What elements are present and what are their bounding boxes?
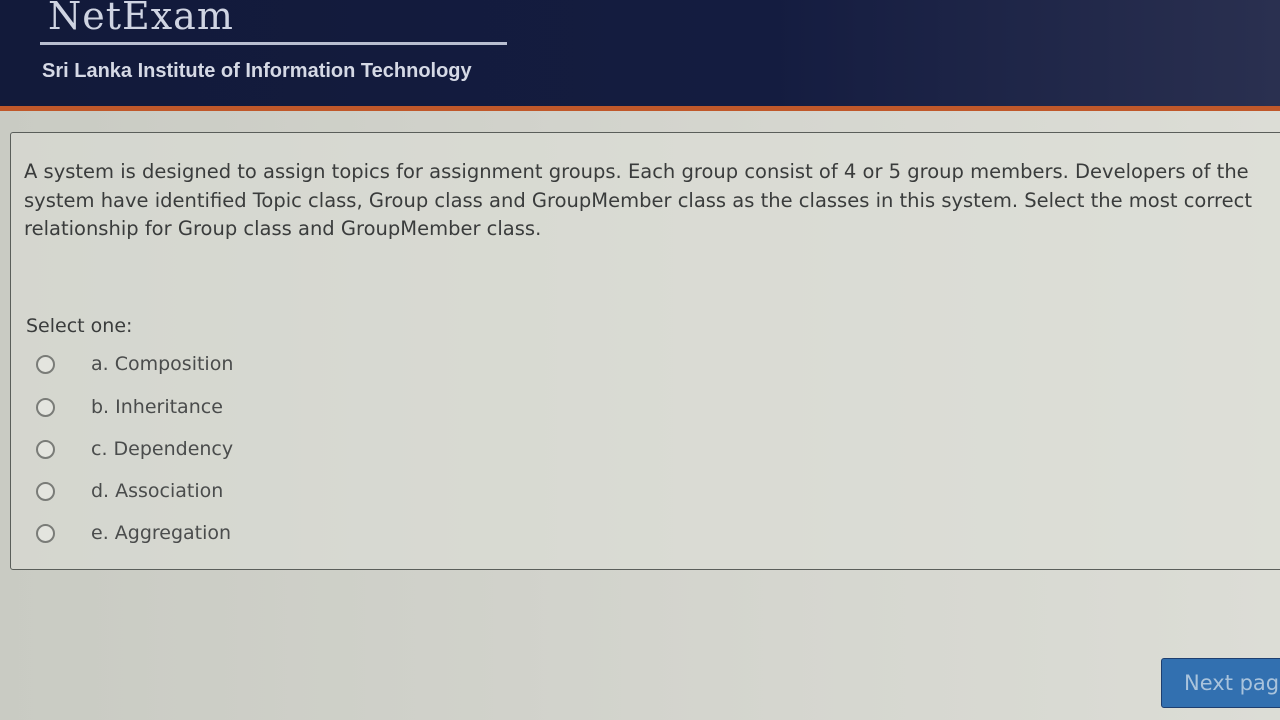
radio-button[interactable] — [36, 523, 55, 543]
next-page-button[interactable]: Next page — [1161, 658, 1280, 708]
option-composition[interactable]: a. Composition — [36, 353, 233, 375]
institute-name: Sri Lanka Institute of Information Techn… — [42, 60, 472, 82]
radio-button[interactable] — [36, 439, 55, 459]
radio-button[interactable] — [36, 481, 55, 501]
option-label: b. Inheritance — [91, 396, 223, 418]
select-one-label: Select one: — [26, 315, 133, 337]
option-label: c. Dependency — [91, 438, 234, 460]
logo-divider — [40, 42, 507, 45]
option-dependency[interactable]: c. Dependency — [36, 438, 233, 460]
question-text: A system is designed to assign topics fo… — [24, 160, 1252, 240]
option-aggregation[interactable]: e. Aggregation — [36, 522, 231, 544]
option-label: e. Aggregation — [91, 522, 232, 544]
option-label: d. Association — [91, 480, 224, 502]
radio-button[interactable] — [36, 354, 55, 374]
option-association[interactable]: d. Association — [36, 480, 223, 502]
netexam-logo: NetExam — [48, 0, 234, 38]
option-inheritance[interactable]: b. Inheritance — [36, 396, 223, 418]
option-label: a. Composition — [91, 353, 234, 375]
radio-button[interactable] — [36, 397, 55, 417]
site-header: NetExam Sri Lanka Institute of Informati… — [0, 0, 1280, 111]
